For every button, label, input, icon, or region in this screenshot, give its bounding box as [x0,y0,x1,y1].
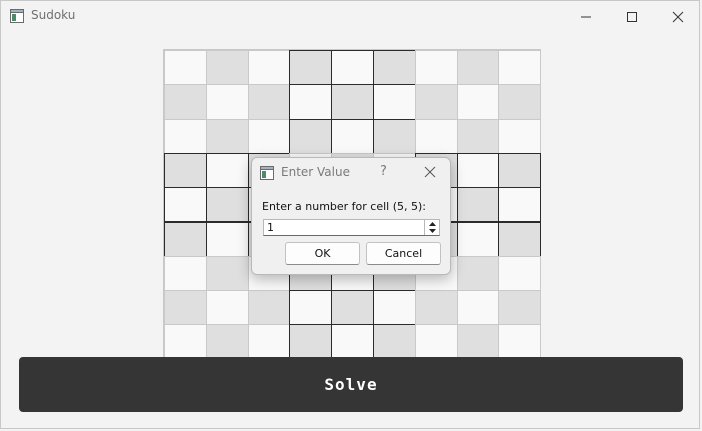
board-cell[interactable] [373,290,416,326]
dialog-close-icon[interactable] [424,166,436,178]
solve-button[interactable]: Solve [19,357,683,412]
value-spinbox[interactable]: 1 [263,219,440,236]
board-cell[interactable] [205,50,249,86]
board-cell[interactable] [456,187,500,223]
board-cell[interactable] [164,84,207,120]
spin-down-button[interactable] [425,227,439,234]
board-cell[interactable] [164,118,207,154]
board-cell[interactable] [456,221,500,257]
board-cell[interactable] [205,221,249,257]
board-cell[interactable] [498,187,541,223]
board-cell[interactable] [414,324,458,359]
board-cell[interactable] [331,324,374,359]
board-cell[interactable] [247,118,291,154]
board-cell[interactable] [456,84,500,120]
board-cell[interactable] [205,152,249,189]
title-bar: Sudoku [1,1,699,32]
board-cell[interactable] [414,290,458,326]
board-cell[interactable] [205,187,249,223]
enter-value-dialog: Enter Value ? Enter a number for cell (5… [251,157,451,275]
board-cell[interactable] [373,118,416,154]
board-cell[interactable] [456,255,500,292]
app-window-icon [10,9,24,23]
board-cell[interactable] [498,152,541,189]
cancel-button[interactable]: Cancel [366,242,441,265]
arrow-down-icon [428,228,436,233]
spin-up-button[interactable] [425,220,439,227]
board-cell[interactable] [373,50,416,86]
help-button[interactable]: ? [380,164,387,179]
spinbox-value[interactable]: 1 [267,221,274,234]
close-button[interactable] [655,1,699,32]
board-cell[interactable] [205,324,249,359]
board-cell[interactable] [164,290,207,326]
board-cell[interactable] [164,50,207,86]
board-cell[interactable] [289,84,333,120]
board-cell[interactable] [164,255,207,292]
board-cell[interactable] [498,290,541,326]
board-cell[interactable] [205,290,249,326]
board-cell[interactable] [456,118,500,154]
board-cell[interactable] [498,118,541,154]
window-title: Sudoku [31,8,76,22]
board-cell[interactable] [331,118,374,154]
dialog-title: Enter Value [281,165,350,179]
board-cell[interactable] [247,290,291,326]
board-cell[interactable] [247,84,291,120]
main-window: Sudoku Solve Enter Value ? Enter a numbe… [0,0,700,429]
arrow-up-icon [428,221,436,226]
board-cell[interactable] [205,118,249,154]
board-cell[interactable] [331,50,374,86]
minimize-button[interactable] [563,1,609,32]
board-cell[interactable] [498,221,541,257]
board-cell[interactable] [164,152,207,189]
board-cell[interactable] [247,50,291,86]
board-cell[interactable] [289,324,333,359]
board-cell[interactable] [456,152,500,189]
board-cell[interactable] [289,118,333,154]
board-cell[interactable] [205,255,249,292]
board-cell[interactable] [456,50,500,86]
board-cell[interactable] [414,84,458,120]
board-cell[interactable] [164,324,207,359]
board-cell[interactable] [373,84,416,120]
board-cell[interactable] [247,324,291,359]
board-cell[interactable] [414,118,458,154]
board-cell[interactable] [498,84,541,120]
board-cell[interactable] [456,324,500,359]
board-cell[interactable] [205,84,249,120]
dialog-window-icon [260,166,274,180]
ok-button[interactable]: OK [285,242,360,265]
board-cell[interactable] [289,290,333,326]
board-cell[interactable] [289,50,333,86]
board-cell[interactable] [331,84,374,120]
board-cell[interactable] [498,50,541,86]
maximize-button[interactable] [609,1,655,32]
board-cell[interactable] [331,290,374,326]
board-cell[interactable] [164,221,207,257]
board-cell[interactable] [373,324,416,359]
close-icon [672,11,684,22]
board-cell[interactable] [164,187,207,223]
maximize-icon [627,11,637,22]
dialog-prompt: Enter a number for cell (5, 5): [262,200,427,213]
minimize-icon [581,16,591,17]
board-cell[interactable] [498,324,541,359]
spinbox-buttons [424,220,439,235]
board-cell[interactable] [456,290,500,326]
board-cell[interactable] [414,50,458,86]
board-cell[interactable] [498,255,541,292]
